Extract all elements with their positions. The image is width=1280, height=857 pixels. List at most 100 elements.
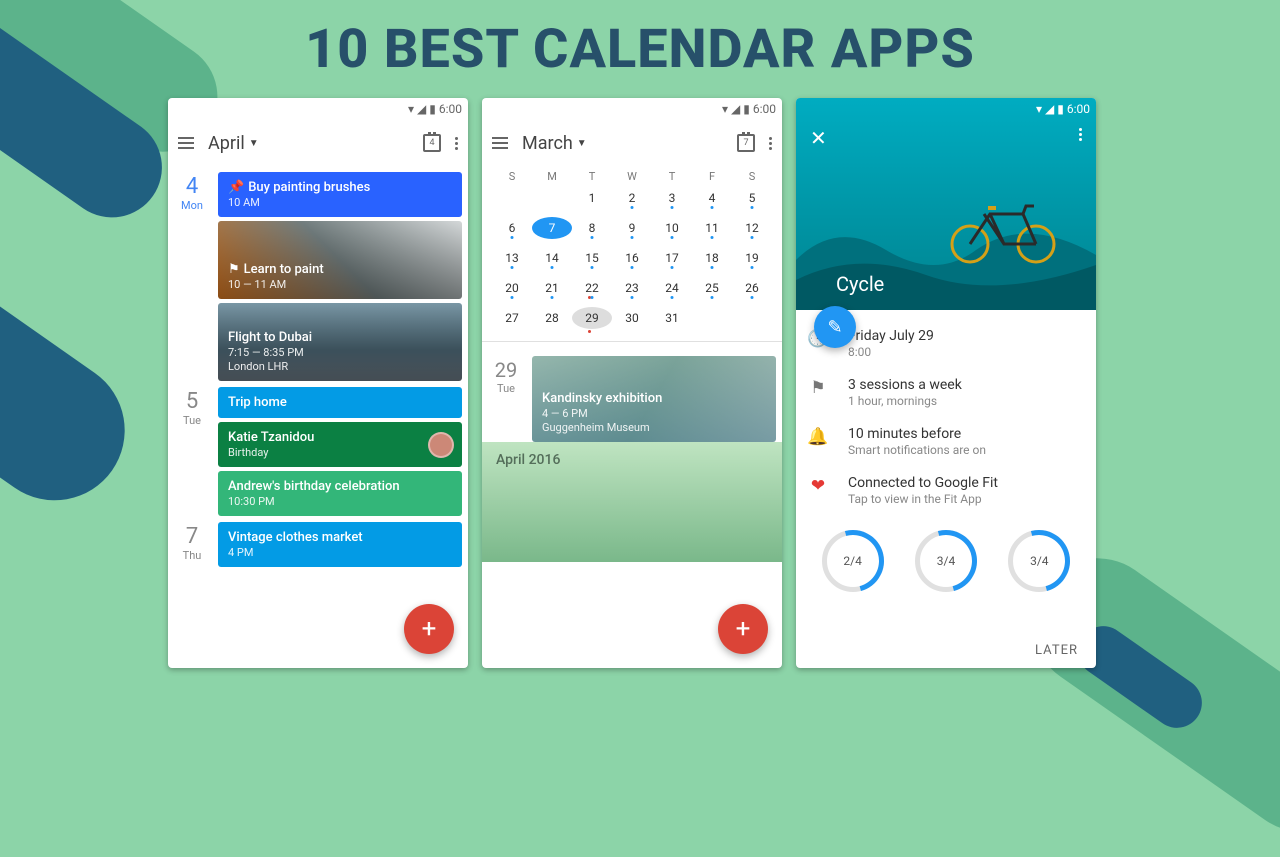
status-bar: ▾ ◢ ▮ 6:00 <box>796 98 1096 120</box>
event-card[interactable]: Trip home <box>218 387 462 418</box>
event-card[interactable]: Andrew's birthday celebration 10:30 PM <box>218 471 462 516</box>
calendar-cell[interactable]: 6 <box>492 221 532 235</box>
calendar-cell[interactable]: 17 <box>652 251 692 265</box>
menu-icon[interactable] <box>178 137 194 149</box>
detail-row[interactable]: ⚑ 3 sessions a week1 hour, mornings <box>806 377 1086 408</box>
progress-ring: 3/4 <box>1008 530 1070 592</box>
calendar-cell[interactable]: 29 <box>572 307 612 329</box>
calendar-cell[interactable]: 19 <box>732 251 772 265</box>
calendar-cell[interactable]: 20 <box>492 281 532 295</box>
bell-icon: 🔔 <box>806 426 830 447</box>
calendar-cell[interactable]: 30 <box>612 311 652 325</box>
fab-add-button[interactable]: + <box>404 604 454 654</box>
pin-icon: 📌 <box>228 180 244 195</box>
chevron-down-icon: ▼ <box>249 138 259 149</box>
wifi-icon: ▾ <box>408 102 414 116</box>
agenda-content: 4 Mon 📌Buy painting brushes 10 AM ⚑Learn… <box>168 166 468 668</box>
bicycle-icon <box>948 194 1058 264</box>
battery-icon: ▮ <box>743 102 750 116</box>
calendar-cell[interactable]: 21 <box>532 281 572 295</box>
signal-icon: ◢ <box>1045 102 1054 116</box>
flag-icon: ⚑ <box>228 262 240 277</box>
avatar <box>428 432 454 458</box>
app-bar: April▼ 4 <box>168 120 468 166</box>
detail-row[interactable]: ❤ Connected to Google FitTap to view in … <box>806 475 1086 506</box>
calendar-cell[interactable]: 15 <box>572 251 612 265</box>
plus-icon: + <box>422 614 437 644</box>
today-icon[interactable]: 4 <box>423 134 441 152</box>
calendar-cell[interactable]: 5 <box>732 191 772 205</box>
phone-screenshot-1: ▾ ◢ ▮ 6:00 April▼ 4 4 Mon 📌Buy painting … <box>168 98 468 668</box>
calendar-cell[interactable]: 16 <box>612 251 652 265</box>
calendar-cell[interactable]: 31 <box>652 311 692 325</box>
calendar-cell[interactable]: 25 <box>692 281 732 295</box>
month-dropdown[interactable]: April▼ <box>208 133 259 154</box>
phone-screenshot-3: ▾ ◢ ▮ 6:00 ✕ Cycle ✎ 🕑 Friday July 298:0… <box>796 98 1096 668</box>
event-card[interactable]: Kandinsky exhibition 4 — 6 PM Guggenheim… <box>532 356 776 442</box>
later-button[interactable]: LATER <box>1035 643 1078 658</box>
app-bar: March▼ 7 <box>482 120 782 166</box>
calendar-cell[interactable]: 22 <box>572 281 612 295</box>
wifi-icon: ▾ <box>722 102 728 116</box>
divider <box>482 341 782 342</box>
event-card[interactable]: Vintage clothes market 4 PM <box>218 522 462 567</box>
calendar-cell[interactable]: 24 <box>652 281 692 295</box>
calendar-cell[interactable]: 8 <box>572 221 612 235</box>
calendar-cell[interactable]: 12 <box>732 221 772 235</box>
flag-icon: ⚑ <box>806 377 830 398</box>
today-icon[interactable]: 7 <box>737 134 755 152</box>
date-label: 5 Tue <box>174 387 210 516</box>
goal-title: Cycle <box>836 272 884 296</box>
calendar-cell[interactable]: 4 <box>692 191 732 205</box>
calendar-cell[interactable]: 27 <box>492 311 532 325</box>
status-time: 6:00 <box>753 102 776 116</box>
battery-icon: ▮ <box>429 102 436 116</box>
calendar-cell[interactable]: 28 <box>532 311 572 325</box>
status-bar: ▾ ◢ ▮ 6:00 <box>168 98 468 120</box>
calendar-cell[interactable]: 23 <box>612 281 652 295</box>
event-card[interactable]: Flight to Dubai 7:15 — 8:35 PM London LH… <box>218 303 462 381</box>
date-label: 29 Tue <box>488 356 524 442</box>
date-label: 4 Mon <box>174 172 210 381</box>
calendar-cell[interactable]: 2 <box>612 191 652 205</box>
overflow-menu-icon[interactable] <box>769 137 772 150</box>
calendar-cell[interactable]: 14 <box>532 251 572 265</box>
calendar-cell[interactable]: 26 <box>732 281 772 295</box>
progress-rings: 2/4 3/4 3/4 <box>796 530 1096 592</box>
detail-row[interactable]: 🔔 10 minutes beforeSmart notifications a… <box>806 426 1086 457</box>
page-title: 10 BEST CALENDAR APPS <box>0 18 1280 81</box>
wifi-icon: ▾ <box>1036 102 1042 116</box>
calendar-grid[interactable]: 1234567891011121314151617181920212223242… <box>482 183 782 333</box>
event-card[interactable]: 📌Buy painting brushes 10 AM <box>218 172 462 217</box>
fab-add-button[interactable]: + <box>718 604 768 654</box>
status-time: 6:00 <box>1067 102 1090 116</box>
signal-icon: ◢ <box>731 102 740 116</box>
calendar-cell[interactable]: 18 <box>692 251 732 265</box>
calendar-cell[interactable]: 10 <box>652 221 692 235</box>
overflow-menu-icon[interactable] <box>1079 128 1082 141</box>
calendar-cell[interactable]: 13 <box>492 251 532 265</box>
fab-edit-button[interactable]: ✎ <box>814 306 856 348</box>
calendar-cell[interactable]: 9 <box>612 221 652 235</box>
plus-icon: + <box>736 614 751 644</box>
calendar-cell[interactable]: 11 <box>692 221 732 235</box>
status-bar: ▾ ◢ ▮ 6:00 <box>482 98 782 120</box>
event-card[interactable]: ⚑Learn to paint 10 — 11 AM <box>218 221 462 299</box>
decor-pill <box>0 172 152 528</box>
month-header-label: April 2016 <box>496 452 560 468</box>
menu-icon[interactable] <box>492 137 508 149</box>
signal-icon: ◢ <box>417 102 426 116</box>
event-card[interactable]: Katie Tzanidou Birthday <box>218 422 462 467</box>
chevron-down-icon: ▼ <box>577 138 587 149</box>
calendar-cell[interactable]: 7 <box>532 217 572 239</box>
month-illustration: April 2016 <box>482 442 782 562</box>
progress-ring: 3/4 <box>915 530 977 592</box>
goal-header: ▾ ◢ ▮ 6:00 ✕ Cycle <box>796 98 1096 310</box>
close-icon[interactable]: ✕ <box>810 126 827 150</box>
overflow-menu-icon[interactable] <box>455 137 458 150</box>
calendar-dow-header: SMTWTFS <box>482 170 782 183</box>
month-dropdown[interactable]: March▼ <box>522 133 587 154</box>
calendar-cell[interactable]: 3 <box>652 191 692 205</box>
calendar-cell[interactable]: 1 <box>572 191 612 205</box>
battery-icon: ▮ <box>1057 102 1064 116</box>
